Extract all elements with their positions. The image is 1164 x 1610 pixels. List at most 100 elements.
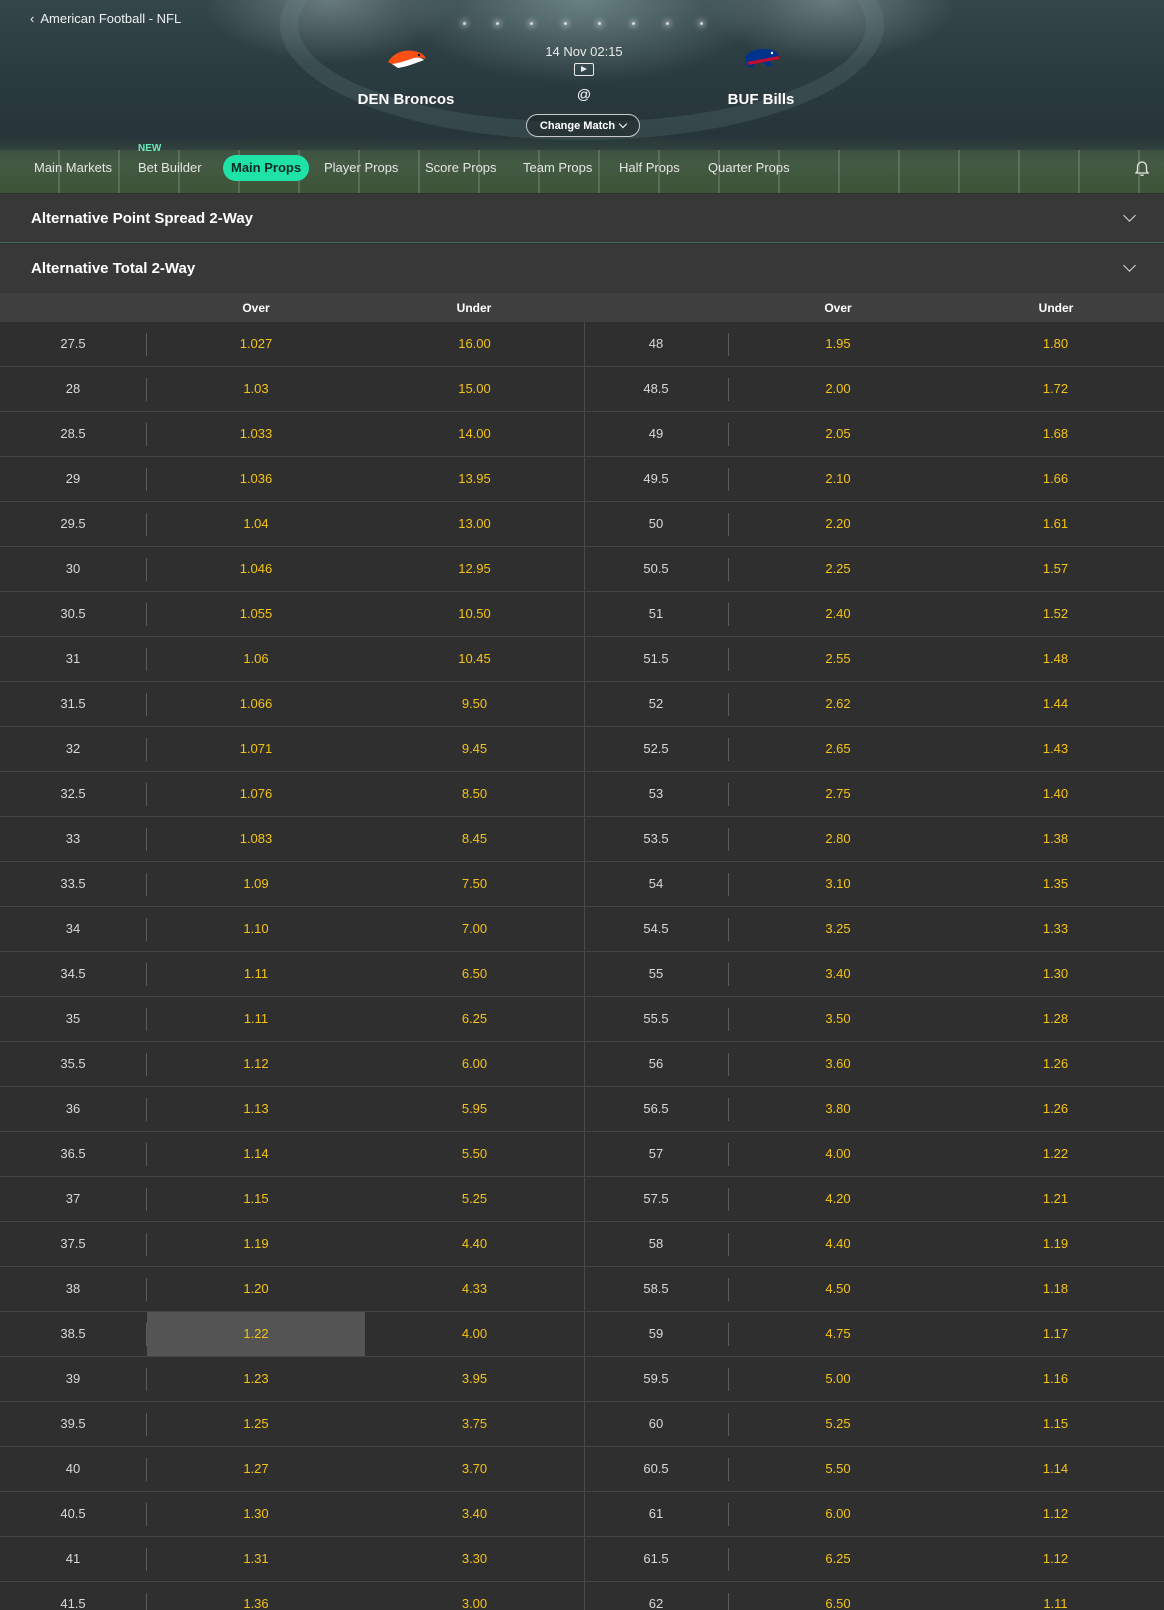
under-odds-button[interactable]: 1.21 (947, 1177, 1164, 1221)
over-odds-button[interactable]: 3.40 (729, 952, 947, 996)
under-odds-button[interactable]: 8.50 (365, 772, 584, 816)
under-odds-button[interactable]: 1.22 (947, 1132, 1164, 1176)
under-odds-button[interactable]: 5.50 (365, 1132, 584, 1176)
under-odds-button[interactable]: 12.95 (365, 547, 584, 591)
over-odds-button[interactable]: 1.066 (147, 682, 365, 726)
under-odds-button[interactable]: 1.72 (947, 367, 1164, 411)
under-odds-button[interactable]: 7.50 (365, 862, 584, 906)
over-odds-button[interactable]: 2.05 (729, 412, 947, 456)
over-odds-button[interactable]: 1.12 (147, 1042, 365, 1086)
under-odds-button[interactable]: 4.00 (365, 1312, 584, 1356)
under-odds-button[interactable]: 1.14 (947, 1447, 1164, 1491)
tab-quarter-props[interactable]: Quarter Props (708, 155, 790, 181)
under-odds-button[interactable]: 10.45 (365, 637, 584, 681)
under-odds-button[interactable]: 1.61 (947, 502, 1164, 546)
under-odds-button[interactable]: 1.19 (947, 1222, 1164, 1266)
under-odds-button[interactable]: 1.35 (947, 862, 1164, 906)
over-odds-button[interactable]: 1.20 (147, 1267, 365, 1311)
under-odds-button[interactable]: 3.00 (365, 1582, 584, 1610)
under-odds-button[interactable]: 9.45 (365, 727, 584, 771)
under-odds-button[interactable]: 1.44 (947, 682, 1164, 726)
under-odds-button[interactable]: 3.95 (365, 1357, 584, 1401)
over-odds-button[interactable]: 1.95 (729, 322, 947, 366)
over-odds-button[interactable]: 1.13 (147, 1087, 365, 1131)
accordion-alternative-total[interactable]: Alternative Total 2-Way (0, 244, 1164, 293)
over-odds-button[interactable]: 2.40 (729, 592, 947, 636)
under-odds-button[interactable]: 9.50 (365, 682, 584, 726)
play-icon[interactable] (574, 63, 594, 76)
under-odds-button[interactable]: 1.43 (947, 727, 1164, 771)
over-odds-button[interactable]: 1.31 (147, 1537, 365, 1581)
under-odds-button[interactable]: 1.12 (947, 1492, 1164, 1536)
under-odds-button[interactable]: 6.25 (365, 997, 584, 1041)
over-odds-button[interactable]: 2.10 (729, 457, 947, 501)
over-odds-button[interactable]: 5.50 (729, 1447, 947, 1491)
under-odds-button[interactable]: 4.40 (365, 1222, 584, 1266)
over-odds-button[interactable]: 1.19 (147, 1222, 365, 1266)
change-match-button[interactable]: Change Match (526, 114, 640, 137)
under-odds-button[interactable]: 1.12 (947, 1537, 1164, 1581)
tab-bet-builder[interactable]: NEW Bet Builder (138, 143, 202, 181)
under-odds-button[interactable]: 5.25 (365, 1177, 584, 1221)
over-odds-button[interactable]: 1.076 (147, 772, 365, 816)
under-odds-button[interactable]: 7.00 (365, 907, 584, 951)
bell-icon[interactable] (1134, 160, 1150, 178)
over-odds-button[interactable]: 2.75 (729, 772, 947, 816)
under-odds-button[interactable]: 4.33 (365, 1267, 584, 1311)
under-odds-button[interactable]: 1.30 (947, 952, 1164, 996)
under-odds-button[interactable]: 1.68 (947, 412, 1164, 456)
over-odds-button[interactable]: 2.25 (729, 547, 947, 591)
over-odds-button[interactable]: 1.11 (147, 952, 365, 996)
under-odds-button[interactable]: 1.26 (947, 1087, 1164, 1131)
over-odds-button[interactable]: 3.60 (729, 1042, 947, 1086)
under-odds-button[interactable]: 13.00 (365, 502, 584, 546)
under-odds-button[interactable]: 1.38 (947, 817, 1164, 861)
tab-player-props[interactable]: Player Props (324, 155, 398, 181)
over-odds-button[interactable]: 2.65 (729, 727, 947, 771)
accordion-alternative-point-spread[interactable]: Alternative Point Spread 2-Way (0, 194, 1164, 243)
under-odds-button[interactable]: 3.30 (365, 1537, 584, 1581)
over-odds-button[interactable]: 1.03 (147, 367, 365, 411)
over-odds-button[interactable]: 4.50 (729, 1267, 947, 1311)
over-odds-button[interactable]: 2.55 (729, 637, 947, 681)
under-odds-button[interactable]: 1.80 (947, 322, 1164, 366)
over-odds-button[interactable]: 1.09 (147, 862, 365, 906)
over-odds-button[interactable]: 3.25 (729, 907, 947, 951)
under-odds-button[interactable]: 6.50 (365, 952, 584, 996)
over-odds-button[interactable]: 1.14 (147, 1132, 365, 1176)
over-odds-button[interactable]: 1.23 (147, 1357, 365, 1401)
under-odds-button[interactable]: 10.50 (365, 592, 584, 636)
over-odds-button[interactable]: 1.046 (147, 547, 365, 591)
under-odds-button[interactable]: 16.00 (365, 322, 584, 366)
over-odds-button[interactable]: 4.40 (729, 1222, 947, 1266)
over-odds-button[interactable]: 1.055 (147, 592, 365, 636)
over-odds-button[interactable]: 2.20 (729, 502, 947, 546)
over-odds-button[interactable]: 6.00 (729, 1492, 947, 1536)
over-odds-button[interactable]: 1.11 (147, 997, 365, 1041)
over-odds-button[interactable]: 2.00 (729, 367, 947, 411)
under-odds-button[interactable]: 1.52 (947, 592, 1164, 636)
under-odds-button[interactable]: 1.11 (947, 1582, 1164, 1610)
over-odds-button[interactable]: 1.25 (147, 1402, 365, 1446)
under-odds-button[interactable]: 1.15 (947, 1402, 1164, 1446)
over-odds-button[interactable]: 4.20 (729, 1177, 947, 1221)
over-odds-button[interactable]: 1.071 (147, 727, 365, 771)
under-odds-button[interactable]: 3.70 (365, 1447, 584, 1491)
over-odds-button[interactable]: 4.75 (729, 1312, 947, 1356)
under-odds-button[interactable]: 3.75 (365, 1402, 584, 1446)
over-odds-button[interactable]: 6.25 (729, 1537, 947, 1581)
over-odds-button[interactable]: 1.22 (147, 1312, 365, 1356)
under-odds-button[interactable]: 1.48 (947, 637, 1164, 681)
over-odds-button[interactable]: 2.80 (729, 817, 947, 861)
under-odds-button[interactable]: 1.28 (947, 997, 1164, 1041)
over-odds-button[interactable]: 3.50 (729, 997, 947, 1041)
over-odds-button[interactable]: 4.00 (729, 1132, 947, 1176)
over-odds-button[interactable]: 6.50 (729, 1582, 947, 1610)
tab-main-markets[interactable]: Main Markets (34, 155, 112, 181)
under-odds-button[interactable]: 5.95 (365, 1087, 584, 1131)
tab-team-props[interactable]: Team Props (523, 155, 592, 181)
tab-score-props[interactable]: Score Props (425, 155, 497, 181)
over-odds-button[interactable]: 3.10 (729, 862, 947, 906)
under-odds-button[interactable]: 6.00 (365, 1042, 584, 1086)
under-odds-button[interactable]: 14.00 (365, 412, 584, 456)
